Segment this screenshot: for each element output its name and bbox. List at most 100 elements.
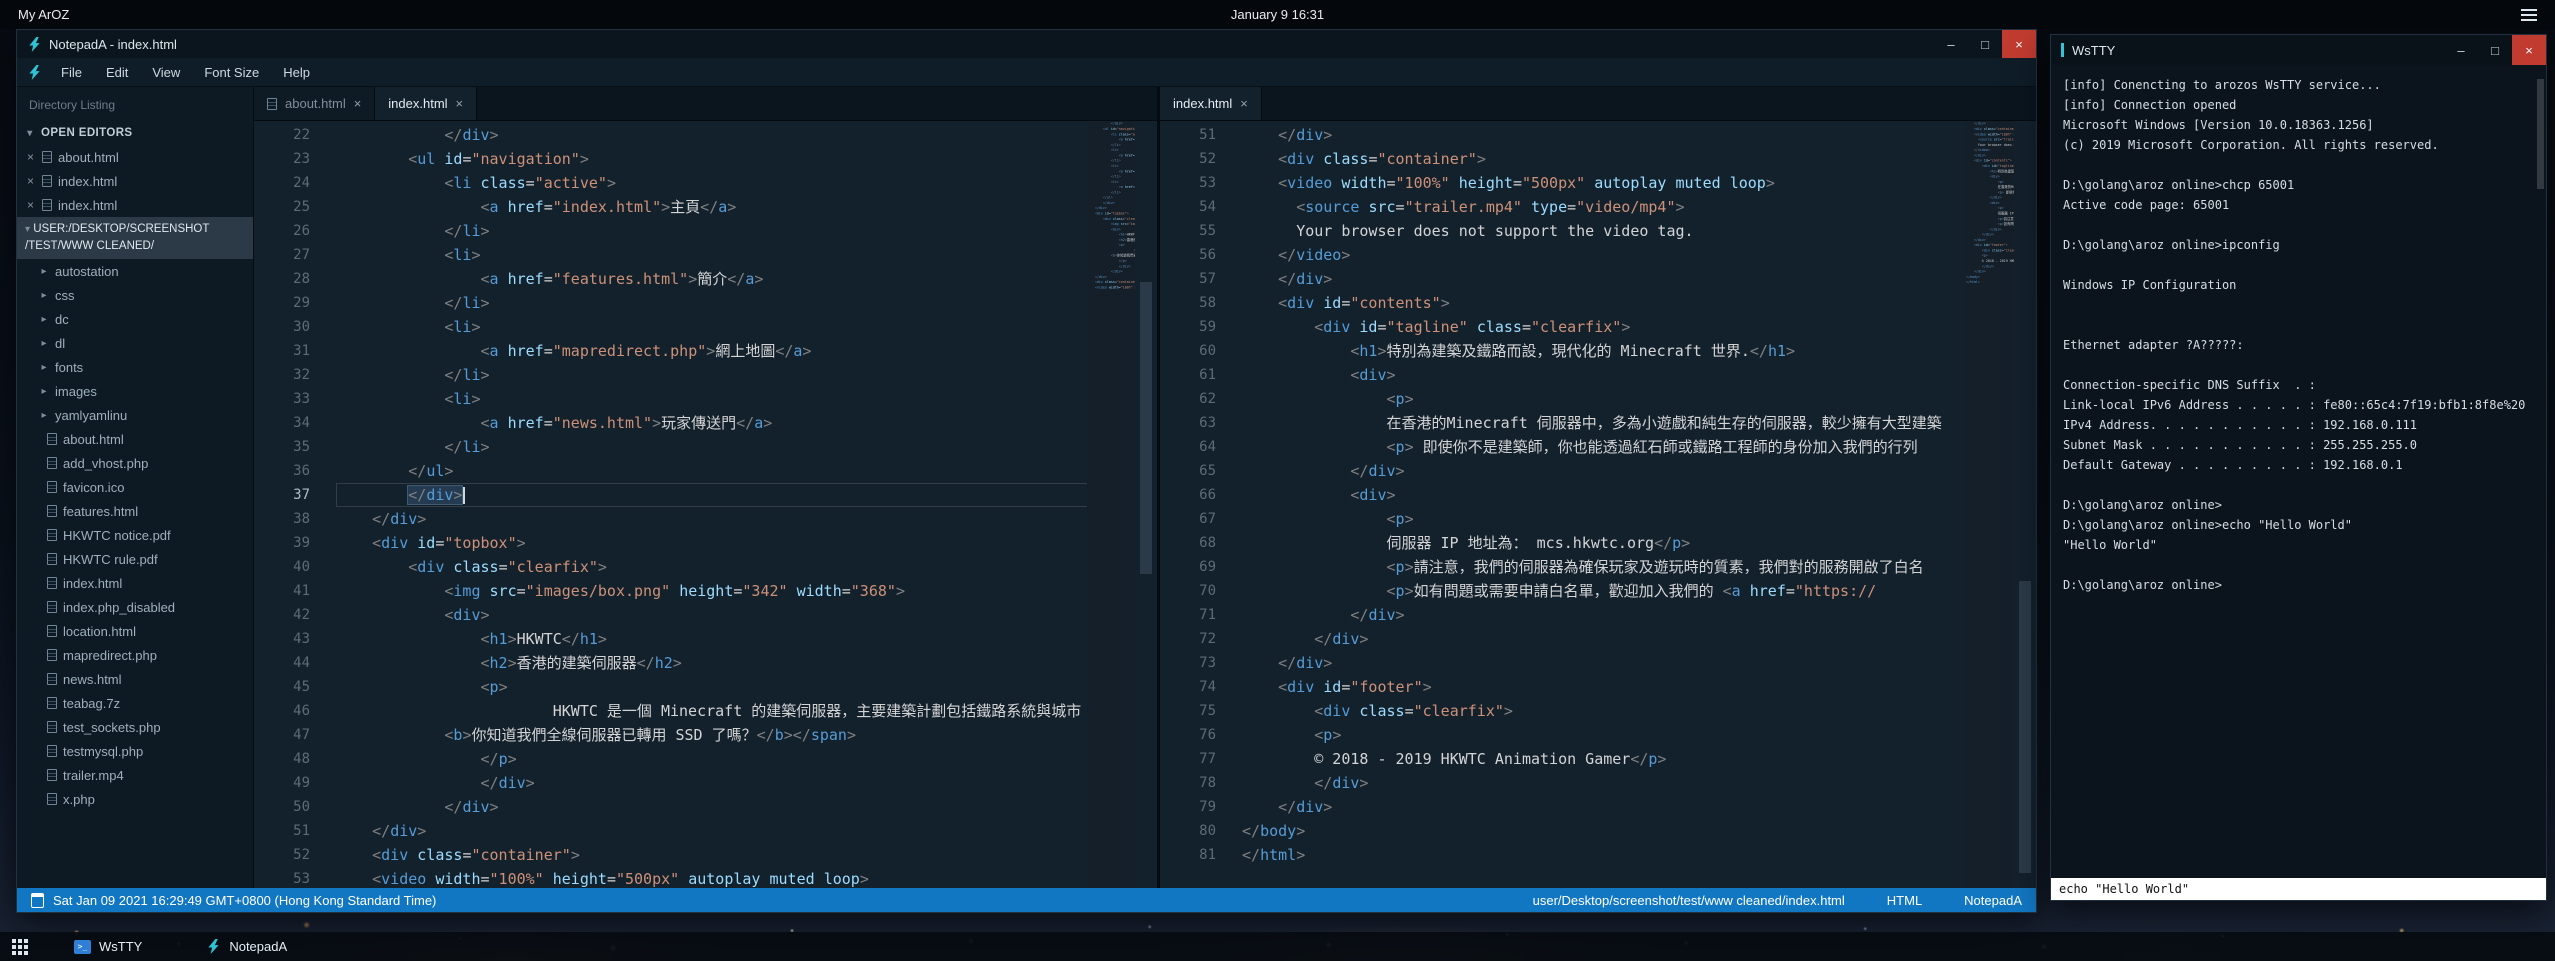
code-line[interactable]: 80</body>: [1160, 819, 2036, 843]
code-line[interactable]: 68 伺服器 IP 地址為： mcs.hkwtc.org</p>: [1160, 531, 2036, 555]
minimap[interactable]: </div> <div class="container"> <video wi…: [1966, 121, 2014, 888]
code-line[interactable]: 27 <li>: [254, 243, 1157, 267]
open-editor-item[interactable]: ×index.html: [17, 169, 253, 193]
tab-close-icon[interactable]: ×: [354, 96, 362, 111]
code-line[interactable]: 58 <div id="contents">: [1160, 291, 2036, 315]
menu-view[interactable]: View: [140, 65, 192, 80]
code-line[interactable]: 72 </div>: [1160, 627, 2036, 651]
code-line[interactable]: 69 <p>請注意，我們的伺服器為確保玩家及遊玩時的質素，我們對的服務開啟了白名: [1160, 555, 2036, 579]
scrollbar-thumb[interactable]: [2537, 79, 2544, 189]
tree-file[interactable]: x.php: [17, 787, 253, 811]
menu-edit[interactable]: Edit: [94, 65, 140, 80]
code-line[interactable]: 79 </div>: [1160, 795, 2036, 819]
tree-file[interactable]: features.html: [17, 499, 253, 523]
code-line[interactable]: 67 <p>: [1160, 507, 2036, 531]
code-line[interactable]: 48 </p>: [254, 747, 1157, 771]
code-line[interactable]: 23 <ul id="navigation">: [254, 147, 1157, 171]
code-line[interactable]: 46 HKWTC 是一個 Minecraft 的建築伺服器，主要建築計劃包括鐵路…: [254, 699, 1157, 723]
menu-help[interactable]: Help: [271, 65, 322, 80]
code-line[interactable]: 70 <p>如有問題或需要申請白名單，歡迎加入我們的 <a href="http…: [1160, 579, 2036, 603]
app-launcher-grid-icon[interactable]: [12, 939, 28, 955]
code-line[interactable]: 22 </div>: [254, 123, 1157, 147]
tree-file[interactable]: about.html: [17, 427, 253, 451]
notepada-titlebar[interactable]: NotepadA - index.html – □ ×: [17, 30, 2036, 58]
code-line[interactable]: 57 </div>: [1160, 267, 2036, 291]
tree-file[interactable]: index.php_disabled: [17, 595, 253, 619]
minimap[interactable]: </div> <ul id="navigation"> <li class="a…: [1087, 121, 1135, 888]
tree-file[interactable]: HKWTC rule.pdf: [17, 547, 253, 571]
code-line[interactable]: 26 </li>: [254, 219, 1157, 243]
code-editor[interactable]: 51 </div>52 <div class="container">53 <v…: [1160, 121, 2036, 888]
code-line[interactable]: 54 <source src="trailer.mp4" type="video…: [1160, 195, 2036, 219]
scrollbar-thumb[interactable]: [2019, 581, 2031, 872]
code-line[interactable]: 31 <a href="mapredirect.php">網上地圖</a>: [254, 339, 1157, 363]
code-line[interactable]: 35 </li>: [254, 435, 1157, 459]
code-line[interactable]: 75 <div class="clearfix">: [1160, 699, 2036, 723]
tree-folder[interactable]: ▸css: [17, 283, 253, 307]
code-line[interactable]: 39 <div id="topbox">: [254, 531, 1157, 555]
code-line[interactable]: 61 <div>: [1160, 363, 2036, 387]
tree-folder[interactable]: ▸images: [17, 379, 253, 403]
code-line[interactable]: 33 <li>: [254, 387, 1157, 411]
code-line[interactable]: 36 </ul>: [254, 459, 1157, 483]
open-editors-section[interactable]: ▾ OPEN EDITORS: [17, 121, 253, 145]
minimize-icon[interactable]: –: [1934, 30, 1968, 58]
code-line[interactable]: 51 </div>: [254, 819, 1157, 843]
tree-file[interactable]: add_vhost.php: [17, 451, 253, 475]
minimize-icon[interactable]: –: [2444, 35, 2478, 65]
close-icon[interactable]: ×: [2002, 30, 2036, 58]
code-line[interactable]: 59 <div id="tagline" class="clearfix">: [1160, 315, 2036, 339]
close-icon[interactable]: ×: [25, 150, 36, 164]
code-line[interactable]: 53 <video width="100%" height="500px" au…: [254, 867, 1157, 888]
tab-close-icon[interactable]: ×: [1240, 96, 1248, 111]
tree-file[interactable]: test_sockets.php: [17, 715, 253, 739]
code-line[interactable]: 51 </div>: [1160, 123, 2036, 147]
scrollbar[interactable]: [1135, 121, 1157, 888]
tree-file[interactable]: location.html: [17, 619, 253, 643]
code-line[interactable]: 81</html>: [1160, 843, 2036, 867]
tab-close-icon[interactable]: ×: [456, 96, 464, 111]
tree-file[interactable]: HKWTC notice.pdf: [17, 523, 253, 547]
code-line[interactable]: 52 <div class="container">: [254, 843, 1157, 867]
code-line[interactable]: 62 <p>: [1160, 387, 2036, 411]
code-line[interactable]: 63 在香港的Minecraft 伺服器中，多為小遊戲和純生存的伺服器，較少擁有…: [1160, 411, 2036, 435]
code-line[interactable]: 53 <video width="100%" height="500px" au…: [1160, 171, 2036, 195]
code-line[interactable]: 56 </video>: [1160, 243, 2036, 267]
tree-file[interactable]: index.html: [17, 571, 253, 595]
tree-file[interactable]: testmysql.php: [17, 739, 253, 763]
code-line[interactable]: 42 <div>: [254, 603, 1157, 627]
code-line[interactable]: 44 <h2>香港的建築伺服器</h2>: [254, 651, 1157, 675]
hamburger-menu-icon[interactable]: [2521, 9, 2537, 21]
maximize-icon[interactable]: □: [2478, 35, 2512, 65]
open-editor-item[interactable]: ×index.html: [17, 193, 253, 217]
code-line[interactable]: 37 </div>: [254, 483, 1157, 507]
editor-tab[interactable]: index.html×: [1160, 87, 1262, 120]
code-line[interactable]: 28 <a href="features.html">簡介</a>: [254, 267, 1157, 291]
code-line[interactable]: 49 </div>: [254, 771, 1157, 795]
code-line[interactable]: 32 </li>: [254, 363, 1157, 387]
code-line[interactable]: 24 <li class="active">: [254, 171, 1157, 195]
close-icon[interactable]: ×: [2512, 35, 2546, 65]
maximize-icon[interactable]: □: [1968, 30, 2002, 58]
code-line[interactable]: 74 <div id="footer">: [1160, 675, 2036, 699]
code-line[interactable]: 66 <div>: [1160, 483, 2036, 507]
menu-font-size[interactable]: Font Size: [192, 65, 271, 80]
scrollbar[interactable]: [2014, 121, 2036, 888]
statusbar-language-mode[interactable]: HTML: [1887, 893, 1922, 908]
code-line[interactable]: 38 </div>: [254, 507, 1157, 531]
code-line[interactable]: 73 </div>: [1160, 651, 2036, 675]
menu-file[interactable]: File: [49, 65, 94, 80]
code-line[interactable]: 40 <div class="clearfix">: [254, 555, 1157, 579]
tree-folder[interactable]: ▸dl: [17, 331, 253, 355]
code-line[interactable]: 78 </div>: [1160, 771, 2036, 795]
code-line[interactable]: 30 <li>: [254, 315, 1157, 339]
code-line[interactable]: 76 <p>: [1160, 723, 2036, 747]
code-line[interactable]: 45 <p>: [254, 675, 1157, 699]
tree-file[interactable]: teabag.7z: [17, 691, 253, 715]
code-line[interactable]: 60 <h1>特別為建築及鐵路而設，現代化的 Minecraft 世界.</h1…: [1160, 339, 2036, 363]
taskbar-item-notepada[interactable]: NotepadA: [194, 932, 299, 961]
code-line[interactable]: 65 </div>: [1160, 459, 2036, 483]
workspace-root-folder[interactable]: ▾ USER:/DESKTOP/SCREENSHOT /TEST/WWW CLE…: [17, 217, 253, 259]
code-line[interactable]: 71 </div>: [1160, 603, 2036, 627]
code-editor[interactable]: 22 </div>23 <ul id="navigation">24 <li c…: [254, 121, 1157, 888]
